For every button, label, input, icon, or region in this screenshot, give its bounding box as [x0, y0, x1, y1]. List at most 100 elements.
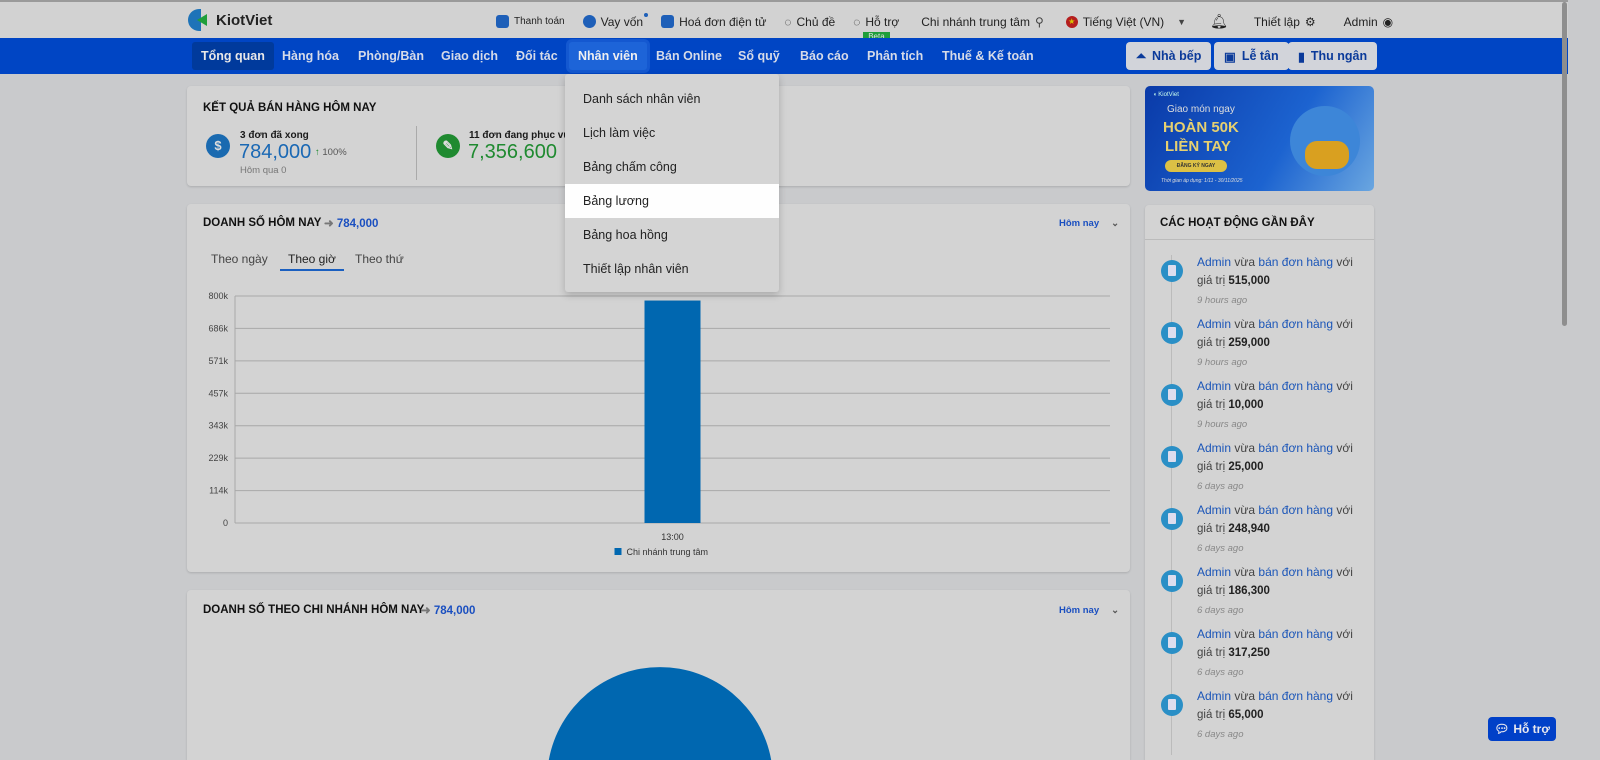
activity-time: 6 days ago [1197, 729, 1244, 740]
y-tick-label: 800k [208, 291, 228, 301]
activity-value-prefix: giá trị [1197, 399, 1226, 411]
order-icon [1161, 632, 1183, 654]
activity-order-link[interactable]: bán đơn hàng [1258, 689, 1333, 703]
y-tick-label: 457k [208, 388, 228, 398]
activity-verb: vừa [1234, 503, 1256, 517]
scrollbar-thumb[interactable] [1562, 2, 1567, 326]
activity-with: với [1336, 255, 1353, 269]
activity-value-prefix: giá trị [1197, 709, 1226, 721]
bar-13-00 [644, 300, 701, 523]
activity-order-link[interactable]: bán đơn hàng [1258, 255, 1333, 269]
x-tick-label: 13:00 [661, 532, 684, 542]
activity-user-link[interactable]: Admin [1197, 441, 1231, 455]
activity-value: 248,940 [1228, 523, 1270, 535]
help-label: Hỗ trợ [1513, 722, 1550, 736]
menu-item-employee-settings[interactable]: Thiết lập nhân viên [565, 252, 779, 286]
activity-order-link[interactable]: bán đơn hàng [1258, 441, 1333, 455]
menu-item-commission[interactable]: Bảng hoa hồng [565, 218, 779, 252]
activity-time: 9 hours ago [1197, 419, 1248, 430]
legend-label: Chi nhánh trung tâm [627, 547, 709, 557]
chat-bubble-icon: 💬︎ [1494, 722, 1510, 736]
pie-slice-chi-nhanh-trung-tam [548, 667, 772, 760]
order-icon [1161, 508, 1183, 530]
activity-user-link[interactable]: Admin [1197, 503, 1231, 517]
activity-item: Admin vừa bán đơn hàng với giá trị 65,00… [1145, 689, 1374, 751]
order-icon [1161, 570, 1183, 592]
menu-item-payroll[interactable]: Bảng lương [565, 184, 779, 218]
activity-with: với [1336, 689, 1353, 703]
activity-value: 186,300 [1228, 585, 1270, 597]
activity-item: Admin vừa bán đơn hàng với giá trị 10,00… [1145, 379, 1374, 441]
activity-with: với [1336, 379, 1353, 393]
activity-value-prefix: giá trị [1197, 523, 1226, 535]
activity-order-link[interactable]: bán đơn hàng [1258, 317, 1333, 331]
activity-time: 6 days ago [1197, 481, 1244, 492]
y-tick-label: 114k [209, 486, 228, 496]
y-tick-label: 0 [223, 518, 228, 528]
activity-order-link[interactable]: bán đơn hàng [1258, 627, 1333, 641]
activity-time: 6 days ago [1197, 667, 1244, 678]
menu-item-timesheet[interactable]: Bảng chấm công [565, 150, 779, 184]
activity-order-link[interactable]: bán đơn hàng [1258, 379, 1333, 393]
activity-with: với [1336, 441, 1353, 455]
activity-time: 9 hours ago [1197, 357, 1248, 368]
activity-user-link[interactable]: Admin [1197, 689, 1231, 703]
banner-logo: ◖ KiotViet [1153, 92, 1179, 98]
activity-verb: vừa [1234, 689, 1256, 703]
activity-user-link[interactable]: Admin [1197, 565, 1231, 579]
divider [1145, 239, 1374, 240]
banner-line2: HOÀN 50K [1163, 119, 1239, 136]
promo-banner[interactable]: ◖ KiotViet Giao món ngay HOÀN 50K LIỀN T… [1145, 86, 1374, 191]
legend-swatch [614, 548, 622, 555]
page-scrollbar[interactable] [1562, 0, 1600, 760]
y-tick-label: 229k [208, 453, 228, 463]
activity-value: 259,000 [1228, 337, 1270, 349]
activity-item: Admin vừa bán đơn hàng với giá trị 248,9… [1145, 503, 1374, 565]
activity-with: với [1336, 503, 1353, 517]
activity-time: 6 days ago [1197, 543, 1244, 554]
activity-user-link[interactable]: Admin [1197, 255, 1231, 269]
activity-item: Admin vừa bán đơn hàng với giá trị 186,3… [1145, 565, 1374, 627]
y-tick-label: 686k [208, 323, 228, 333]
activity-user-link[interactable]: Admin [1197, 317, 1231, 331]
activity-verb: vừa [1234, 379, 1256, 393]
activity-item: Admin vừa bán đơn hàng với giá trị 515,0… [1145, 255, 1374, 317]
activity-with: với [1336, 317, 1353, 331]
activity-value-prefix: giá trị [1197, 337, 1226, 349]
activity-value-prefix: giá trị [1197, 275, 1226, 287]
y-tick-label: 571k [208, 356, 228, 366]
help-chat-button[interactable]: 💬︎ Hỗ trợ [1488, 717, 1556, 741]
banner-note: Thời gian áp dụng: 1/11 - 30/11/2025 [1161, 178, 1243, 184]
activity-with: với [1336, 565, 1353, 579]
activity-value: 515,000 [1228, 275, 1270, 287]
activity-time: 6 days ago [1197, 605, 1244, 616]
menu-item-work-schedule[interactable]: Lịch làm việc [565, 116, 779, 150]
activity-verb: vừa [1234, 565, 1256, 579]
order-icon [1161, 322, 1183, 344]
activity-user-link[interactable]: Admin [1197, 379, 1231, 393]
y-tick-label: 343k [208, 421, 228, 431]
activity-verb: vừa [1234, 627, 1256, 641]
activity-value-prefix: giá trị [1197, 647, 1226, 659]
banner-cta[interactable]: ĐĂNG KÝ NGAY [1165, 160, 1227, 172]
activity-item: Admin vừa bán đơn hàng với giá trị 317,2… [1145, 627, 1374, 689]
branch-sales-card: DOANH SỐ THEO CHI NHÁNH HÔM NAY ➜ 784,00… [187, 590, 1130, 760]
activity-user-link[interactable]: Admin [1197, 627, 1231, 641]
activity-item: Admin vừa bán đơn hàng với giá trị 25,00… [1145, 441, 1374, 503]
banner-line3: LIỀN TAY [1165, 138, 1231, 155]
activity-value-prefix: giá trị [1197, 585, 1226, 597]
activity-with: với [1336, 627, 1353, 641]
banner-line1: Giao món ngay [1167, 104, 1235, 115]
activity-time: 9 hours ago [1197, 295, 1248, 306]
branch-pie-chart [548, 667, 772, 760]
employees-dropdown-menu: Danh sách nhân viên Lịch làm việc Bảng c… [565, 74, 779, 292]
menu-item-employee-list[interactable]: Danh sách nhân viên [565, 82, 779, 116]
activity-order-link[interactable]: bán đơn hàng [1258, 503, 1333, 517]
activity-order-link[interactable]: bán đơn hàng [1258, 565, 1333, 579]
order-icon [1161, 384, 1183, 406]
activity-item: Admin vừa bán đơn hàng với giá trị 259,0… [1145, 317, 1374, 379]
order-icon [1161, 446, 1183, 468]
recent-activity-card: CÁC HOẠT ĐỘNG GẦN ĐÂY Admin vừa bán đơn … [1145, 205, 1374, 760]
activity-value: 317,250 [1228, 647, 1270, 659]
scooter-illustration [1305, 141, 1349, 169]
